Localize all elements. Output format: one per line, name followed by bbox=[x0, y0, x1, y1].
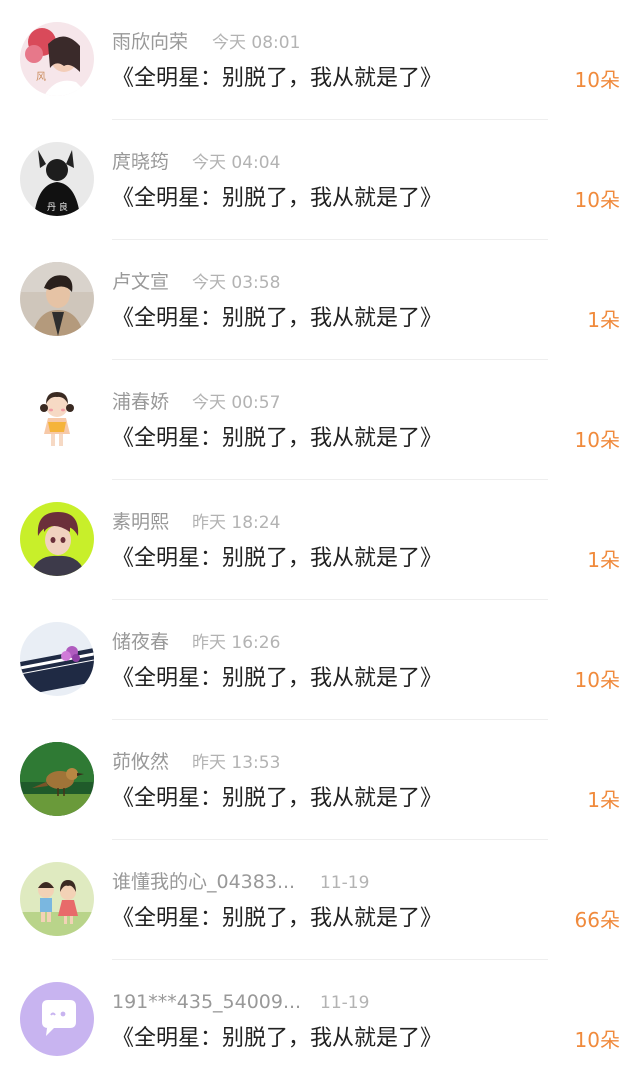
book-title[interactable]: 《全明星：别脱了，我从就是了》 bbox=[112, 182, 442, 216]
cartoon-girl-avatar[interactable] bbox=[20, 382, 94, 456]
gift-count: 10朵 bbox=[574, 68, 620, 92]
user-name: 素明熙 bbox=[112, 511, 170, 533]
book-title[interactable]: 《全明星：别脱了，我从就是了》 bbox=[112, 662, 442, 696]
book-title[interactable]: 《全明星：别脱了，我从就是了》 bbox=[112, 542, 442, 576]
list-item[interactable]: 191***435_54009... 11-19 《全明星：别脱了，我从就是了》… bbox=[0, 960, 640, 1080]
piano-flower-avatar[interactable] bbox=[20, 622, 94, 696]
timestamp: 昨天 13:53 bbox=[192, 753, 281, 773]
book-title[interactable]: 《全明星：别脱了，我从就是了》 bbox=[112, 1022, 442, 1056]
list-item[interactable]: 谁懂我的心_04383... 11-19 《全明星：别脱了，我从就是了》 66朵 bbox=[0, 840, 640, 960]
timestamp: 今天 03:58 bbox=[192, 273, 281, 293]
svg-text:风: 风 bbox=[36, 71, 46, 83]
timestamp: 昨天 16:26 bbox=[192, 633, 281, 653]
user-name: 谁懂我的心_04383... bbox=[112, 871, 296, 893]
gift-count: 10朵 bbox=[574, 1028, 620, 1052]
book-title[interactable]: 《全明星：别脱了，我从就是了》 bbox=[112, 422, 442, 456]
timestamp: 11-19 bbox=[320, 873, 370, 893]
book-title[interactable]: 《全明星：别脱了，我从就是了》 bbox=[112, 902, 442, 936]
gift-count: 1朵 bbox=[587, 788, 620, 812]
timestamp: 今天 04:04 bbox=[192, 153, 281, 173]
list-item[interactable]: 丹 良 庹晓筠 今天 04:04 《全明星：别脱了，我从就是了》 10朵 bbox=[0, 120, 640, 240]
timestamp: 今天 00:57 bbox=[192, 393, 281, 413]
bird-avatar[interactable] bbox=[20, 742, 94, 816]
list-item[interactable]: 浦春娇 今天 00:57 《全明星：别脱了，我从就是了》 10朵 bbox=[0, 360, 640, 480]
timestamp: 今天 08:01 bbox=[212, 33, 301, 53]
user-name: 浦春娇 bbox=[112, 391, 170, 413]
gift-count: 66朵 bbox=[574, 908, 620, 932]
dark-silhouette-avatar[interactable]: 丹 良 bbox=[20, 142, 94, 216]
book-title[interactable]: 《全明星：别脱了，我从就是了》 bbox=[112, 782, 442, 816]
list-item[interactable]: 储夜春 昨天 16:26 《全明星：别脱了，我从就是了》 10朵 bbox=[0, 600, 640, 720]
svg-text:丹 良: 丹 良 bbox=[47, 201, 68, 213]
list-item[interactable]: 茆攸然 昨天 13:53 《全明星：别脱了，我从就是了》 1朵 bbox=[0, 720, 640, 840]
list-item[interactable]: 风 雨欣向荣 今天 08:01 《全明星：别脱了，我从就是了》 10朵 bbox=[0, 0, 640, 120]
gift-count: 10朵 bbox=[574, 668, 620, 692]
young-man-avatar[interactable] bbox=[20, 262, 94, 336]
user-name: 庹晓筠 bbox=[112, 151, 170, 173]
gift-count: 1朵 bbox=[587, 308, 620, 332]
user-name: 191***435_54009... bbox=[112, 991, 302, 1013]
timestamp: 昨天 18:24 bbox=[192, 513, 281, 533]
timestamp: 11-19 bbox=[320, 993, 370, 1013]
list-item[interactable]: 卢文宣 今天 03:58 《全明星：别脱了，我从就是了》 1朵 bbox=[0, 240, 640, 360]
girl-flowers-avatar[interactable]: 风 bbox=[20, 22, 94, 96]
user-name: 储夜春 bbox=[112, 631, 170, 653]
book-title[interactable]: 《全明星：别脱了，我从就是了》 bbox=[112, 302, 442, 336]
user-name: 雨欣向荣 bbox=[112, 31, 189, 53]
gift-count: 10朵 bbox=[574, 428, 620, 452]
user-name: 卢文宣 bbox=[112, 271, 170, 293]
chat-bubble-avatar[interactable] bbox=[20, 982, 94, 1056]
book-title[interactable]: 《全明星：别脱了，我从就是了》 bbox=[112, 62, 442, 96]
gift-count: 1朵 bbox=[587, 548, 620, 572]
anime-boy-avatar[interactable] bbox=[20, 502, 94, 576]
list-item[interactable]: 素明熙 昨天 18:24 《全明星：别脱了，我从就是了》 1朵 bbox=[0, 480, 640, 600]
gift-record-list: 风 雨欣向荣 今天 08:01 《全明星：别脱了，我从就是了》 10朵 丹 良 … bbox=[0, 0, 640, 1074]
user-name: 茆攸然 bbox=[112, 751, 170, 773]
cartoon-kids-avatar[interactable] bbox=[20, 862, 94, 936]
gift-count: 10朵 bbox=[574, 188, 620, 212]
